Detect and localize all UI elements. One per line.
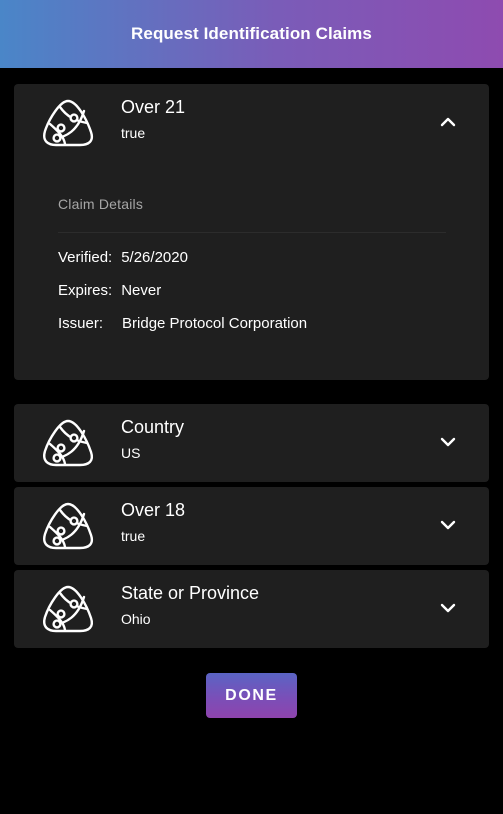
- expires-label: Expires:: [58, 282, 113, 299]
- verified-row: Verified: 5/26/2020: [58, 249, 446, 282]
- claim-value: US: [121, 445, 141, 461]
- chevron-down-icon[interactable]: [437, 514, 459, 536]
- verified-label: Verified:: [58, 249, 113, 266]
- claim-card-over-21[interactable]: Over 21 true Claim Details Verified: 5/2…: [14, 84, 489, 380]
- bridge-protocol-logo-icon: [40, 417, 96, 469]
- claim-name: Over 21: [121, 97, 186, 117]
- claim-details-heading: Claim Details: [58, 196, 144, 212]
- chevron-up-icon[interactable]: [437, 111, 459, 133]
- claim-card-state-or-province[interactable]: State or Province Ohio: [14, 570, 489, 648]
- claim-name: Country: [121, 417, 185, 437]
- app-header: Request Identification Claims: [0, 0, 503, 68]
- issuer-value: Bridge Protocol Corporation: [122, 315, 308, 332]
- issuer-label: Issuer:: [58, 315, 104, 332]
- expires-row: Expires: Never: [58, 282, 446, 315]
- expires-value: Never: [121, 282, 162, 299]
- chevron-down-icon[interactable]: [437, 431, 459, 453]
- page-title: Request Identification Claims: [131, 24, 372, 43]
- claim-card-over-18[interactable]: Over 18 true: [14, 487, 489, 565]
- chevron-down-icon[interactable]: [437, 597, 459, 619]
- claims-list: Over 21 true Claim Details Verified: 5/2…: [14, 84, 489, 653]
- claim-card-country[interactable]: Country US: [14, 404, 489, 482]
- bridge-protocol-logo-icon: [40, 97, 96, 149]
- claim-name: Over 18: [121, 500, 186, 520]
- claim-value: Ohio: [121, 611, 151, 627]
- claim-details: Claim Details Verified: 5/26/2020 Expire…: [58, 196, 446, 348]
- bridge-protocol-logo-icon: [40, 500, 96, 552]
- bridge-protocol-logo-icon: [40, 583, 96, 635]
- issuer-row: Issuer: Bridge Protocol Corporation: [58, 315, 446, 348]
- claim-value: true: [121, 528, 146, 544]
- details-divider: [58, 232, 446, 233]
- verified-value: 5/26/2020: [121, 249, 188, 266]
- claim-name: State or Province: [121, 583, 260, 603]
- claim-value: true: [121, 125, 146, 141]
- done-button[interactable]: DONE: [206, 673, 297, 718]
